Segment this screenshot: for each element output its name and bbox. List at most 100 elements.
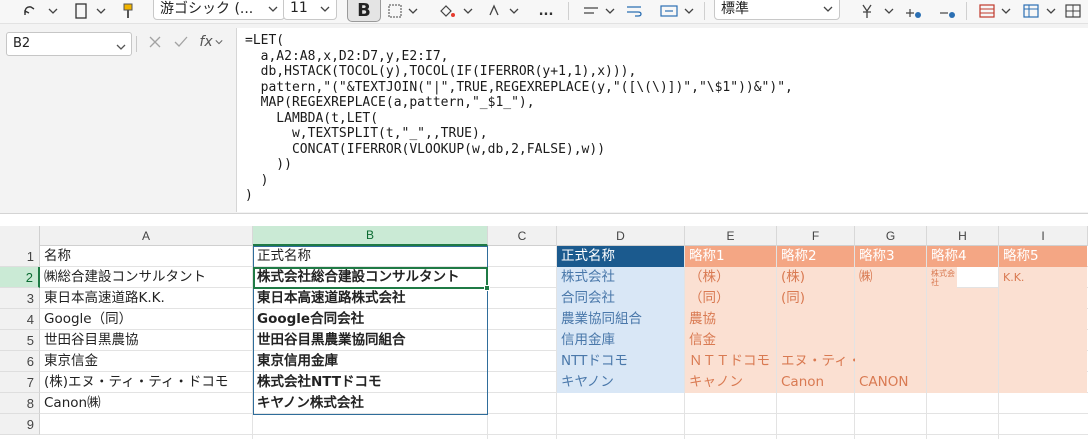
cell-g6[interactable] <box>855 351 926 372</box>
row-header-9[interactable]: 9 <box>0 414 40 435</box>
column-header-b[interactable]: B <box>253 226 488 246</box>
cell-a5[interactable]: 世田谷目黒農協 <box>40 330 252 351</box>
row-header-3[interactable]: 3 <box>0 288 40 309</box>
format-as-table-icon[interactable] <box>1020 0 1042 22</box>
cell-d5[interactable]: 信用金庫 <box>557 330 684 351</box>
cell-d6[interactable]: NTTドコモ <box>557 351 684 372</box>
cell-g3[interactable] <box>855 288 926 309</box>
number-format-select[interactable]: 標準 <box>714 0 840 20</box>
cell-e5[interactable]: 信金 <box>685 330 776 351</box>
row-header-2[interactable]: 2 <box>0 267 40 288</box>
undo-icon[interactable] <box>18 0 40 22</box>
fill-color-icon[interactable] <box>436 0 458 22</box>
row-header-6[interactable]: 6 <box>0 351 40 372</box>
cell-i1[interactable]: 略称5 <box>999 246 1087 267</box>
cell-f6[interactable]: エヌ・ティ・ティ・ドコモ <box>777 351 941 372</box>
cell-a3[interactable]: 東日本高速道路K.K. <box>40 288 252 309</box>
insert-function-button[interactable]: fx <box>198 32 224 52</box>
cell-d7[interactable]: キヤノン <box>557 372 684 393</box>
cell-f7[interactable]: Canon <box>777 372 854 393</box>
cell-i5[interactable] <box>999 330 1087 351</box>
cell-g7[interactable]: CANON <box>855 372 926 393</box>
format-painter-icon[interactable] <box>118 0 138 22</box>
row-header-7[interactable]: 7 <box>0 372 40 393</box>
currency-format-icon[interactable] <box>858 0 880 22</box>
cell-a2[interactable]: ㈱総合建設コンサルタント <box>40 267 252 288</box>
clipboard-chevron-down-icon[interactable] <box>94 0 108 22</box>
cell-a7[interactable]: (株)エヌ・ティ・ティ・ドコモ <box>40 372 252 393</box>
cell-h6[interactable] <box>927 351 998 372</box>
cell-i2[interactable]: K.K. <box>999 267 1087 288</box>
select-all-corner[interactable] <box>0 226 40 246</box>
active-cell-b2[interactable] <box>253 267 488 289</box>
cell-e3[interactable]: （同） <box>685 288 776 309</box>
cell-f2[interactable]: (株) <box>777 267 854 288</box>
cell-d1[interactable]: 正式名称 <box>557 246 684 267</box>
column-header-g[interactable]: G <box>855 226 927 246</box>
cell-e2[interactable]: （株） <box>685 267 776 288</box>
cell-i4[interactable] <box>999 309 1087 330</box>
wrap-text-icon[interactable] <box>624 0 646 22</box>
name-box[interactable]: B2 <box>6 32 132 56</box>
cell-g2[interactable]: ㈱ <box>855 267 926 288</box>
font-color-icon[interactable] <box>484 0 504 22</box>
column-header-a[interactable]: A <box>40 226 253 246</box>
cell-e7[interactable]: キャノン <box>685 372 776 393</box>
row-header-8[interactable]: 8 <box>0 393 40 414</box>
column-header-i[interactable]: I <box>999 226 1088 246</box>
worksheet-grid[interactable]: ABCDEFGHI 123456789 名称 ㈱総合建設コンサルタント 東日本高速道… <box>0 226 1088 439</box>
cell-f4[interactable] <box>777 309 854 330</box>
fill-color-chevron-down-icon[interactable] <box>461 0 475 22</box>
clipboard-icon[interactable] <box>72 0 90 22</box>
format-table-chevron-down-icon[interactable] <box>1044 0 1058 22</box>
formula-input[interactable]: =LET( a,A2:A8,x,D2:D7,y,E2:I7, db,HSTACK… <box>236 28 1088 212</box>
more-options-button[interactable]: ... <box>535 0 557 22</box>
column-header-d[interactable]: D <box>557 226 685 246</box>
align-chevron-down-icon[interactable] <box>603 0 617 22</box>
currency-chevron-down-icon[interactable] <box>882 0 896 22</box>
cell-i6[interactable] <box>999 351 1087 372</box>
borders-chevron-down-icon[interactable] <box>406 0 420 22</box>
cell-h4[interactable] <box>927 309 998 330</box>
decrease-decimal-icon[interactable] <box>936 0 958 22</box>
cell-f3[interactable]: (同) <box>777 288 854 309</box>
cell-i7[interactable] <box>999 372 1087 393</box>
align-left-icon[interactable] <box>580 0 602 22</box>
merge-chevron-down-icon[interactable] <box>682 0 696 22</box>
font-name-select[interactable]: 游ゴシック (... <box>153 0 285 20</box>
cell-h2[interactable]: 株式会社 <box>927 267 957 288</box>
cell-d3[interactable]: 合同会社 <box>557 288 684 309</box>
cell-h1[interactable]: 略称4 <box>927 246 998 267</box>
cancel-icon[interactable] <box>146 32 164 52</box>
cell-f5[interactable] <box>777 330 854 351</box>
font-color-chevron-down-icon[interactable] <box>507 0 521 22</box>
undo-chevron-down-icon[interactable] <box>46 0 60 22</box>
cell-a1[interactable]: 名称 <box>40 246 252 267</box>
column-header-e[interactable]: E <box>685 226 777 246</box>
cell-f1[interactable]: 略称2 <box>777 246 854 267</box>
font-size-select[interactable]: 11 <box>283 0 337 20</box>
column-header-h[interactable]: H <box>927 226 999 246</box>
row-header-1[interactable]: 1 <box>0 246 40 267</box>
borders-icon[interactable] <box>386 0 404 22</box>
cell-h5[interactable] <box>927 330 998 351</box>
cell-e4[interactable]: 農協 <box>685 309 776 330</box>
cell-g5[interactable] <box>855 330 926 351</box>
cell-a6[interactable]: 東京信金 <box>40 351 252 372</box>
cell-a4[interactable]: Google（同） <box>40 309 252 330</box>
cell-h7[interactable] <box>927 372 998 393</box>
cell-i3[interactable] <box>999 288 1087 309</box>
column-header-c[interactable]: C <box>488 226 557 246</box>
cell-a8[interactable]: Canon㈱ <box>40 393 252 414</box>
column-header-f[interactable]: F <box>777 226 855 246</box>
cell-g1[interactable]: 略称3 <box>855 246 926 267</box>
row-header-4[interactable]: 4 <box>0 309 40 330</box>
cell-d2[interactable]: 株式会社 <box>557 267 684 288</box>
row-header-5[interactable]: 5 <box>0 330 40 351</box>
cell-styles-icon[interactable] <box>1062 0 1084 22</box>
cell-e1[interactable]: 略称1 <box>685 246 776 267</box>
conditional-format-icon[interactable] <box>976 0 998 22</box>
bold-button[interactable]: B <box>347 0 381 22</box>
conditional-chevron-down-icon[interactable] <box>999 0 1013 22</box>
fill-handle[interactable] <box>484 285 490 291</box>
